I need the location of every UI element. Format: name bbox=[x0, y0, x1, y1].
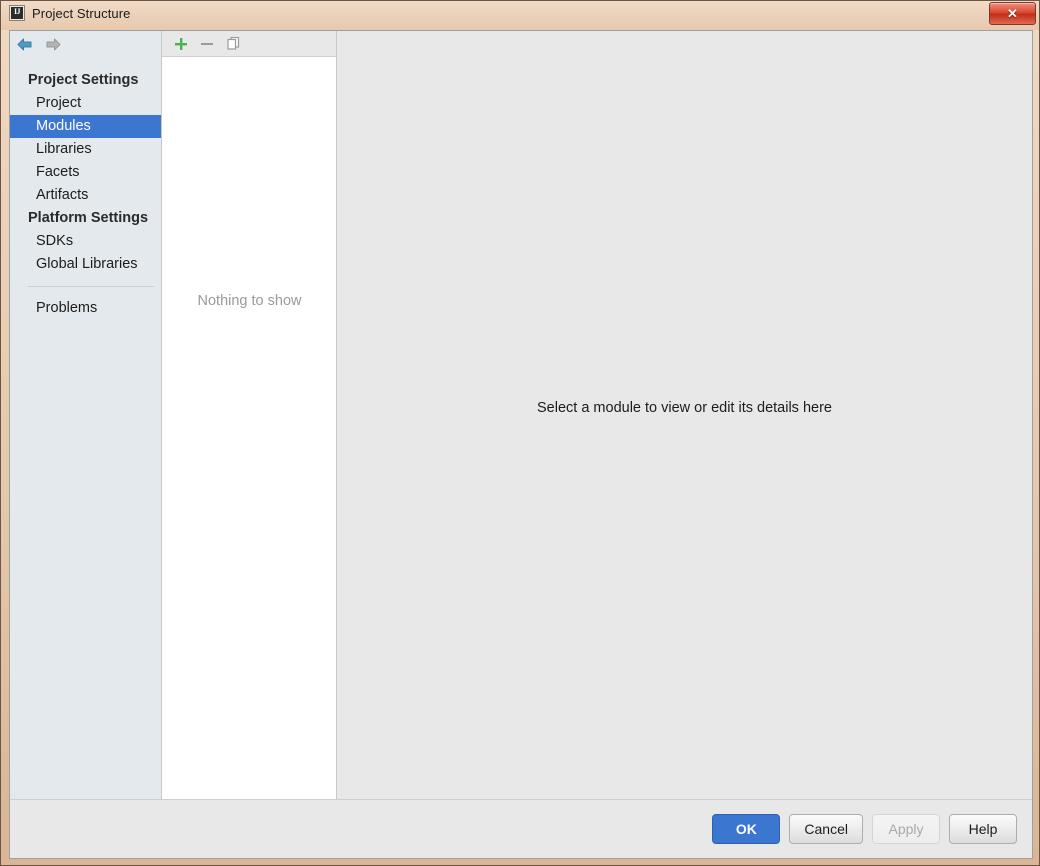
sidebar-divider bbox=[28, 286, 154, 287]
sidebar-item-artifacts[interactable]: Artifacts bbox=[10, 184, 161, 207]
titlebar-content: IJ Project Structure bbox=[9, 5, 131, 21]
sidebar-item-sdks[interactable]: SDKs bbox=[10, 230, 161, 253]
project-structure-window: IJ Project Structure ✕ Project Settings … bbox=[0, 0, 1040, 866]
sidebar-group-platform-settings: Platform Settings bbox=[28, 210, 149, 226]
sidebar-item-facets[interactable]: Facets bbox=[10, 161, 161, 184]
help-button[interactable]: Help bbox=[949, 814, 1017, 844]
sidebar-item-project[interactable]: Project bbox=[10, 92, 161, 115]
copy-button[interactable] bbox=[225, 36, 241, 52]
modules-toolbar bbox=[162, 31, 336, 57]
sidebar-item-problems[interactable]: Problems bbox=[10, 297, 161, 320]
apply-button: Apply bbox=[872, 814, 940, 844]
plus-icon bbox=[175, 37, 187, 50]
intellij-idea-icon: IJ bbox=[9, 5, 25, 21]
navigation-buttons bbox=[10, 31, 161, 57]
dialog-button-row: OK Cancel Apply Help bbox=[712, 814, 1017, 844]
window-title: Project Structure bbox=[32, 5, 131, 21]
sidebar-item-modules[interactable]: Modules bbox=[10, 115, 161, 138]
dialog-client-area: Project Settings Project Modules Librari… bbox=[9, 30, 1033, 859]
sidebar-item-list: Project Settings Project Modules Librari… bbox=[10, 69, 161, 320]
arrow-left-icon[interactable] bbox=[16, 37, 33, 52]
minus-icon bbox=[201, 42, 213, 45]
dialog-button-bar: OK Cancel Apply Help bbox=[10, 799, 1032, 858]
sidebar-item-global-libraries[interactable]: Global Libraries bbox=[10, 253, 161, 276]
ok-button[interactable]: OK bbox=[712, 814, 781, 844]
close-button[interactable]: ✕ bbox=[989, 2, 1036, 25]
window-titlebar[interactable]: IJ Project Structure ✕ bbox=[1, 1, 1039, 30]
sidebar-group-project-settings: Project Settings bbox=[28, 72, 139, 88]
modules-list-panel: Nothing to show bbox=[162, 31, 337, 799]
cancel-button[interactable]: Cancel bbox=[789, 814, 863, 844]
arrow-right-icon bbox=[45, 37, 62, 52]
sidebar-item-libraries[interactable]: Libraries bbox=[10, 138, 161, 161]
module-details-panel: Select a module to view or edit its deta… bbox=[337, 31, 1032, 799]
add-button[interactable] bbox=[173, 36, 189, 52]
settings-sidebar: Project Settings Project Modules Librari… bbox=[10, 31, 162, 799]
modules-empty-message: Nothing to show bbox=[197, 293, 302, 309]
close-icon: ✕ bbox=[1007, 6, 1018, 21]
remove-button[interactable] bbox=[199, 36, 215, 52]
copy-icon bbox=[226, 36, 239, 50]
module-details-placeholder: Select a module to view or edit its deta… bbox=[537, 400, 832, 416]
